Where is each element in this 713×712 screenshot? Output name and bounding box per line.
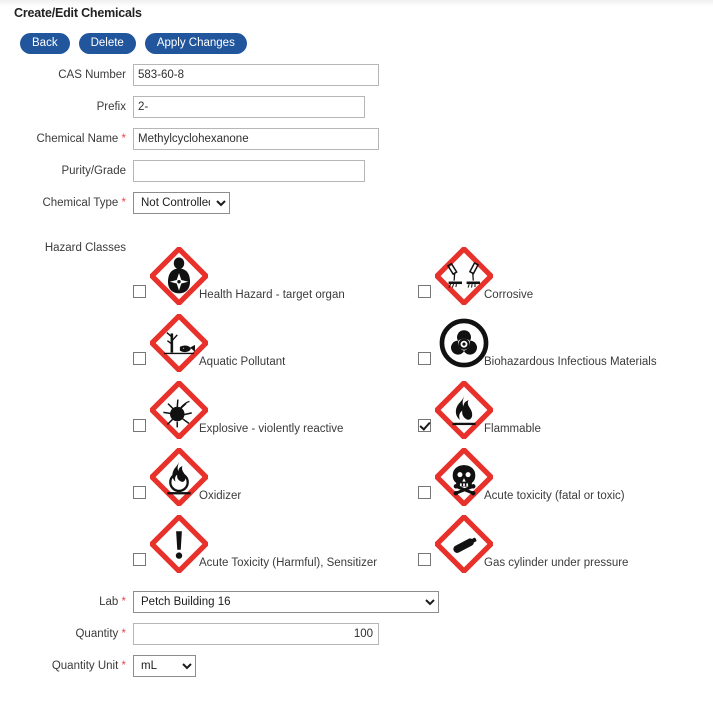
hazard-classes-grid: Health Hazard - target organ Corrosive Aqu… [133, 238, 703, 575]
hazard-checkbox-aquatic[interactable] [133, 352, 146, 365]
cas-number-input[interactable] [133, 64, 379, 86]
back-button[interactable]: Back [20, 33, 70, 54]
quantity-unit-select[interactable]: mL [133, 655, 196, 677]
hazard-class-item-gas-cylinder: Gas cylinder under pressure [418, 506, 703, 575]
hazard-class-row: Explosive - violently reactive Flammable [133, 372, 703, 441]
ghs-oxidizer-icon [148, 446, 210, 508]
lab-select[interactable]: Petch Building 16 [133, 591, 439, 613]
field-row-purity-grade: Purity/Grade [0, 160, 713, 182]
quantity-label-text: Quantity [75, 628, 119, 640]
ghs-explosive-icon [148, 379, 210, 441]
purity-grade-input[interactable] [133, 160, 365, 182]
page-title: Create/Edit Chemicals [14, 6, 142, 20]
hazard-class-item-corrosive: Corrosive [418, 238, 703, 307]
hazard-class-row: Oxidizer Acute toxicity (fatal or toxic) [133, 439, 703, 508]
field-row-prefix: Prefix [0, 96, 713, 118]
quantity-input[interactable] [133, 623, 379, 645]
required-marker: * [121, 133, 126, 145]
hazard-checkbox-corrosive[interactable] [418, 285, 431, 298]
quantity-unit-label: Quantity Unit * [0, 655, 133, 677]
hazard-class-item-acute-toxicity: Acute toxicity (fatal or toxic) [418, 439, 703, 508]
hazard-checkbox-biohazard[interactable] [418, 352, 431, 365]
hazard-class-row: Acute Toxicity (Harmful), Sensitizer Gas … [133, 506, 703, 575]
apply-changes-button[interactable]: Apply Changes [144, 33, 247, 54]
hazard-class-item-explosive: Explosive - violently reactive [133, 372, 418, 441]
field-row-lab: Lab * Petch Building 16 [0, 591, 713, 613]
chemical-form-page: Create/Edit Chemicals Back Delete Apply … [0, 0, 713, 712]
chemical-type-label-text: Chemical Type [42, 197, 119, 209]
hazard-class-row: Health Hazard - target organ Corrosive [133, 238, 703, 307]
hazard-checkbox-harmful[interactable] [133, 553, 146, 566]
chemical-name-label-text: Chemical Name [36, 133, 119, 145]
field-row-cas-number: CAS Number [0, 64, 713, 86]
field-row-chemical-type: Chemical Type * Not Controlled [0, 192, 713, 214]
delete-button[interactable]: Delete [78, 33, 136, 54]
required-marker: * [121, 660, 126, 672]
ghs-corrosive-icon [433, 245, 495, 307]
ghs-flammable-icon [433, 379, 495, 441]
biohazard-icon [435, 314, 493, 372]
required-marker: * [121, 197, 126, 209]
chemical-type-label: Chemical Type * [0, 192, 133, 214]
chemical-name-input[interactable] [133, 128, 379, 150]
ghs-exclamation-icon [148, 513, 210, 575]
prefix-input[interactable] [133, 96, 365, 118]
field-row-chemical-name: Chemical Name * [0, 128, 713, 150]
prefix-label: Prefix [96, 101, 126, 113]
quantity-unit-label-text: Quantity Unit [51, 660, 119, 672]
toolbar: Back Delete Apply Changes [20, 33, 247, 54]
chemical-name-label: Chemical Name * [0, 128, 133, 150]
hazard-class-row: Aquatic Pollutant Biohazardous Infectious… [133, 305, 703, 374]
quantity-label: Quantity * [0, 623, 133, 645]
hazard-class-item-aquatic: Aquatic Pollutant [133, 305, 418, 374]
hazard-class-item-flammable: Flammable [418, 372, 703, 441]
hazard-checkbox-gas-cylinder[interactable] [418, 553, 431, 566]
hazard-checkbox-acute-toxicity[interactable] [418, 486, 431, 499]
required-marker: * [121, 596, 126, 608]
purity-grade-label: Purity/Grade [61, 165, 126, 177]
ghs-environment-icon [148, 312, 210, 374]
chemical-type-select[interactable]: Not Controlled [133, 192, 230, 214]
hazard-checkbox-flammable[interactable] [418, 419, 431, 432]
field-row-quantity: Quantity * [0, 623, 713, 645]
ghs-gas-cylinder-icon [433, 513, 495, 575]
chemical-form: CAS Number Prefix Chemical Name * Purity… [0, 64, 713, 687]
ghs-health-hazard-icon [148, 245, 210, 307]
hazard-classes-section: Hazard Classes Health Hazard - target or… [0, 238, 713, 575]
required-marker: * [121, 628, 126, 640]
hazard-checkbox-health-hazard[interactable] [133, 285, 146, 298]
hazard-class-item-health-hazard: Health Hazard - target organ [133, 238, 418, 307]
lab-label-text: Lab [99, 596, 119, 608]
ghs-skull-icon [433, 446, 495, 508]
field-row-quantity-unit: Quantity Unit * mL [0, 655, 713, 677]
hazard-class-item-oxidizer: Oxidizer [133, 439, 418, 508]
hazard-class-item-biohazard: Biohazardous Infectious Materials [418, 305, 703, 372]
hazard-checkbox-explosive[interactable] [133, 419, 146, 432]
hazard-class-item-harmful: Acute Toxicity (Harmful), Sensitizer [133, 506, 418, 575]
hazard-checkbox-oxidizer[interactable] [133, 486, 146, 499]
cas-number-label: CAS Number [58, 69, 126, 81]
hazard-classes-label: Hazard Classes [44, 242, 126, 254]
lab-label: Lab * [0, 591, 133, 613]
